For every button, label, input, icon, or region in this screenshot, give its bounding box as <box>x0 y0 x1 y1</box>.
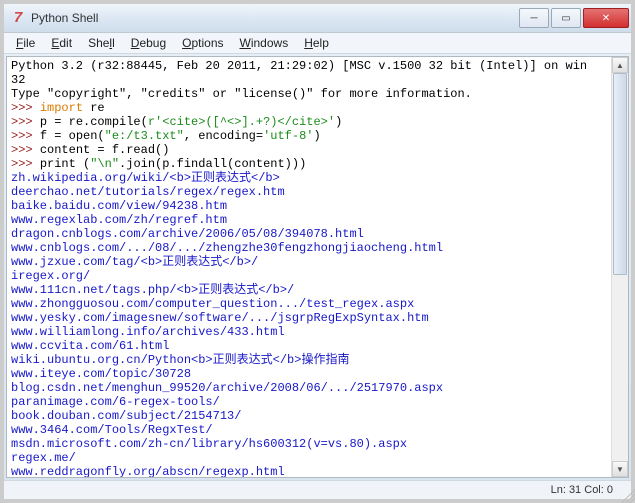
menu-debug[interactable]: Debug <box>123 34 174 52</box>
statusbar: Ln: 31 Col: 0 <box>4 480 631 499</box>
string: 'utf-8' <box>263 129 313 143</box>
menubar: File Edit Shell Debug Options Windows He… <box>4 33 631 54</box>
menu-options[interactable]: Options <box>174 34 231 52</box>
minimize-button[interactable]: ─ <box>519 8 549 28</box>
shell-text[interactable]: Python 3.2 (r32:88445, Feb 20 2011, 21:2… <box>7 57 628 478</box>
maximize-button[interactable]: ▭ <box>551 8 581 28</box>
menu-shell[interactable]: Shell <box>80 34 123 52</box>
window-title: Python Shell <box>31 11 98 25</box>
app-window: 7 Python Shell ─ ▭ ✕ File Edit Shell Deb… <box>0 0 635 503</box>
code: re <box>83 101 105 115</box>
header-line: Type "copyright", "credits" or "license(… <box>11 87 472 101</box>
titlebar[interactable]: 7 Python Shell ─ ▭ ✕ <box>4 4 631 33</box>
output-block: zh.wikipedia.org/wiki/<b>正则表达式</b> deerc… <box>11 171 443 478</box>
prompt: >>> <box>11 129 40 143</box>
prompt: >>> <box>11 101 40 115</box>
code: content = f.read() <box>40 143 170 157</box>
code: , encoding= <box>184 129 263 143</box>
menu-windows[interactable]: Windows <box>232 34 297 52</box>
string: "e:/t3.txt" <box>105 129 184 143</box>
code: .join(p.findall(content))) <box>119 157 306 171</box>
code: ) <box>313 129 320 143</box>
status-line: Ln: 31 <box>551 484 582 496</box>
scroll-thumb[interactable] <box>613 73 627 275</box>
string: r'<cite>([^<>].+?)</cite>' <box>148 115 335 129</box>
code: ) <box>335 115 342 129</box>
code: f = open( <box>40 129 105 143</box>
content-area: Python 3.2 (r32:88445, Feb 20 2011, 21:2… <box>6 56 629 478</box>
scroll-down-button[interactable]: ▼ <box>612 461 628 477</box>
prompt: >>> <box>11 157 40 171</box>
header-line: Python 3.2 (r32:88445, Feb 20 2011, 21:2… <box>11 59 587 73</box>
vertical-scrollbar[interactable]: ▲ ▼ <box>611 57 628 477</box>
close-button[interactable]: ✕ <box>583 8 629 28</box>
code: print ( <box>40 157 90 171</box>
menu-edit[interactable]: Edit <box>43 34 80 52</box>
scroll-up-button[interactable]: ▲ <box>612 57 628 73</box>
menu-help[interactable]: Help <box>296 34 337 52</box>
prompt: >>> <box>11 115 40 129</box>
code: p = re.compile( <box>40 115 148 129</box>
status-col: Col: 0 <box>584 484 613 496</box>
python-icon: 7 <box>10 10 26 26</box>
resize-grip-icon[interactable] <box>621 489 635 503</box>
prompt: >>> <box>11 143 40 157</box>
keyword: import <box>40 101 83 115</box>
menu-file[interactable]: File <box>8 34 43 52</box>
string: "\n" <box>90 157 119 171</box>
header-line: 32 <box>11 73 25 87</box>
